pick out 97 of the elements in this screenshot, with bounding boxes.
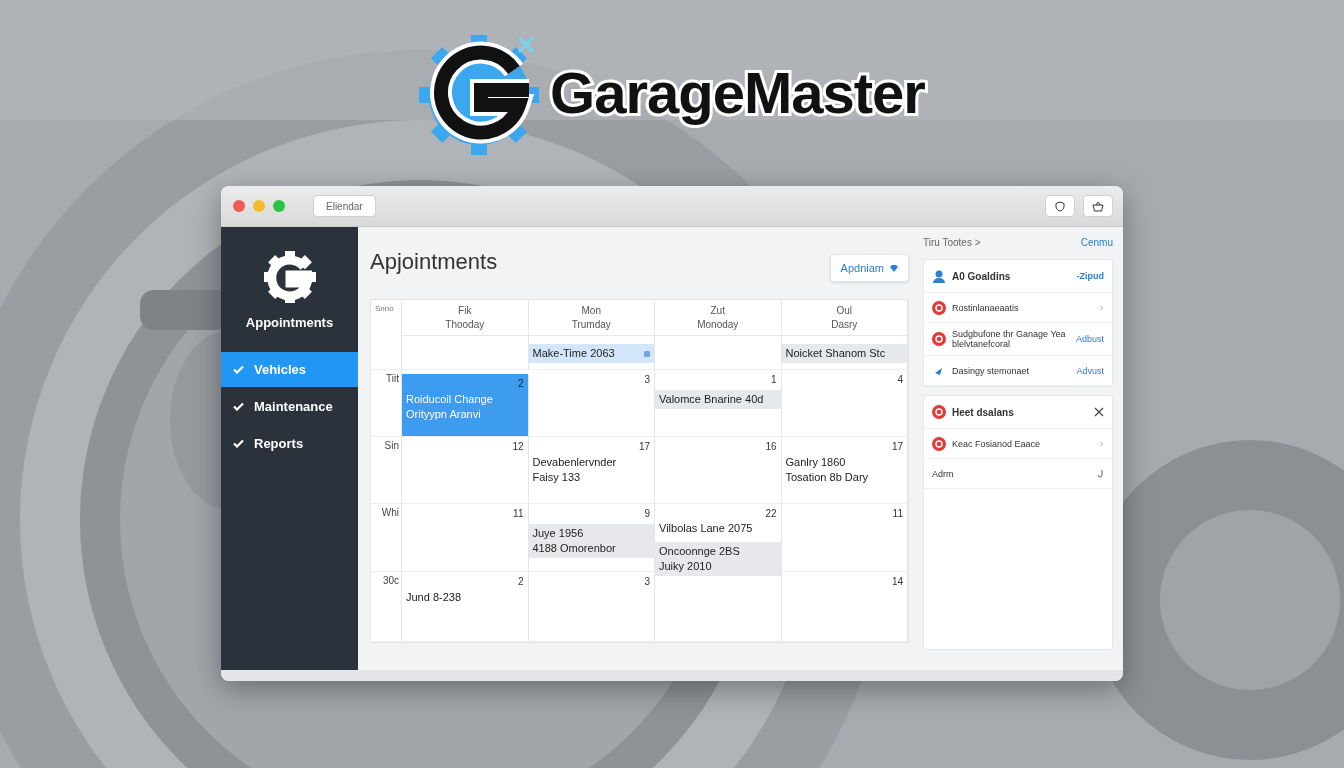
check-icon [233, 365, 244, 374]
card-entry[interactable]: Dasingy stemonaet [952, 365, 1071, 376]
day-number: 17 [891, 441, 904, 453]
panel-link[interactable]: Cenmu [1080, 237, 1113, 248]
event-text[interactable]: Vilbolas Lane 2075 [655, 519, 781, 538]
day-cell[interactable]: 16 [655, 437, 782, 504]
day-number: 11 [892, 508, 904, 520]
day-number: 14 [891, 576, 904, 588]
basket-icon [1092, 200, 1104, 212]
day-number: 11 [513, 508, 525, 520]
day-number: 9 [644, 508, 651, 520]
day-cell[interactable]: 11 [781, 504, 908, 572]
gear-logo-icon [261, 249, 318, 305]
event-text[interactable]: Devabenlervnder Faisy 133 [528, 453, 654, 487]
card-title: A0 Goaldins [952, 270, 1012, 282]
day-cell[interactable]: 4 [781, 370, 908, 437]
event-chip[interactable]: Oncoonnge 2BS Juiky 2010 [655, 542, 781, 576]
column-header: Zut [710, 305, 725, 316]
corner-label: Snno [371, 300, 402, 336]
sidebar-item[interactable]: Reports [221, 426, 358, 461]
check-icon [233, 439, 244, 448]
event-chip[interactable]: Valomce Bnarine 40d [655, 390, 781, 409]
event-chip[interactable]: Juye 1956 4188 Omorenbor [528, 524, 654, 558]
day-cell[interactable]: 3 [528, 572, 655, 642]
chevron-icon[interactable] [1099, 440, 1104, 447]
day-cell[interactable]: 17 Ganlry 1860 Tosation 8b Dary [781, 437, 908, 504]
close-button[interactable] [233, 200, 245, 212]
day-number: 1 [770, 374, 778, 386]
day-number: 3 [644, 576, 651, 588]
day-number: 17 [638, 441, 651, 453]
day-cell[interactable]: 2 Jund 8-238 [402, 572, 529, 642]
day-cell[interactable]: 1 Valomce Bnarine 40d [655, 370, 782, 437]
day-number: 2 [517, 378, 525, 390]
page-title: Apjointments [370, 249, 498, 275]
day-number: 16 [765, 441, 778, 453]
close-icon[interactable] [1094, 407, 1104, 417]
event-text[interactable]: Ganlry 1860 Tosation 8b Dary [781, 453, 907, 487]
action-link[interactable]: Adbust [1075, 334, 1104, 344]
day-cell[interactable]: Make-Time 2063 [528, 336, 655, 370]
alert-icon [932, 332, 946, 346]
square-icon [644, 350, 650, 357]
event-text[interactable]: Jund 8-238 [402, 588, 528, 607]
event-chip[interactable]: Noicket Shanom Stc [781, 344, 907, 363]
shield-button[interactable] [1045, 195, 1075, 217]
card-title: Heet dsalans [952, 406, 1015, 418]
day-cell[interactable]: 12 [402, 437, 529, 504]
logo-name: GarageMaster [550, 58, 925, 126]
action-link[interactable]: Advust [1076, 365, 1104, 376]
check-icon [233, 402, 244, 411]
maximize-button[interactable] [273, 200, 285, 212]
alert-icon [932, 300, 946, 315]
day-number: 22 [765, 508, 778, 519]
day-number: 4 [897, 374, 904, 386]
user-icon [932, 269, 946, 283]
alert-icon [932, 436, 946, 451]
day-cell[interactable]: 3 [528, 370, 655, 437]
column-header: Monoday [697, 319, 739, 330]
day-number: 3 [644, 374, 651, 386]
panel-title: Tiru Tootes > [923, 237, 981, 248]
card-entry[interactable]: Sudgbufone thr Ganage Yea blelvtanefcoral [952, 329, 1070, 349]
card-entry[interactable]: Keac Fosianod Eaace [952, 438, 1093, 449]
minimize-button[interactable] [253, 200, 265, 212]
hook-icon[interactable] [1097, 469, 1104, 478]
column-header: Oul [836, 305, 853, 316]
shield-icon [1055, 200, 1065, 212]
event-chip[interactable]: Make-Time 2063 [528, 344, 654, 363]
chevron-icon[interactable] [1099, 304, 1104, 311]
day-cell[interactable]: Noicket Shanom Stc [781, 336, 908, 370]
day-number: 12 [512, 441, 525, 453]
day-cell[interactable] [402, 336, 529, 370]
add-button[interactable]: Apdniam [829, 254, 909, 282]
gem-icon [890, 264, 898, 272]
card-entry[interactable]: Adrm [932, 468, 1091, 479]
day-cell[interactable]: 17 Devabenlervnder Faisy 133 [528, 437, 655, 504]
sidebar-item[interactable]: Maintenance [221, 389, 358, 424]
day-cell[interactable] [655, 572, 782, 642]
sidebar-title: Appointments [245, 315, 334, 330]
row-label-cell: Whi [371, 504, 402, 572]
column-header: Thooday [445, 319, 485, 330]
column-header: Trumday [571, 319, 611, 330]
column-header: Fik [458, 305, 472, 316]
day-cell[interactable] [655, 336, 782, 370]
toolbar-button[interactable]: Eliendar [313, 195, 376, 217]
column-header: Mon [581, 305, 601, 316]
row-label-cell: Sin [371, 437, 402, 504]
basket-button[interactable] [1083, 195, 1113, 217]
day-cell[interactable]: 11 [402, 504, 529, 572]
selected-day-cell[interactable]: 2 Roiducoil Change Orityypn Aranvi [402, 374, 529, 437]
column-header: Dasry [831, 319, 858, 330]
row-label-cell: 30c [371, 572, 402, 642]
day-number: 2 [517, 576, 525, 588]
day-cell[interactable]: 22 Vilbolas Lane 2075 Oncoonnge 2BS Juiky 2010 [655, 504, 782, 572]
day-cell[interactable]: 9 Juye 1956 4188 Omorenbor [528, 504, 655, 572]
action-link[interactable]: -Zipud [1076, 271, 1104, 281]
card-entry[interactable]: Rostinlanaeaatis [952, 302, 1093, 313]
day-cell[interactable]: 14 [781, 572, 908, 642]
alert-icon [932, 405, 946, 419]
